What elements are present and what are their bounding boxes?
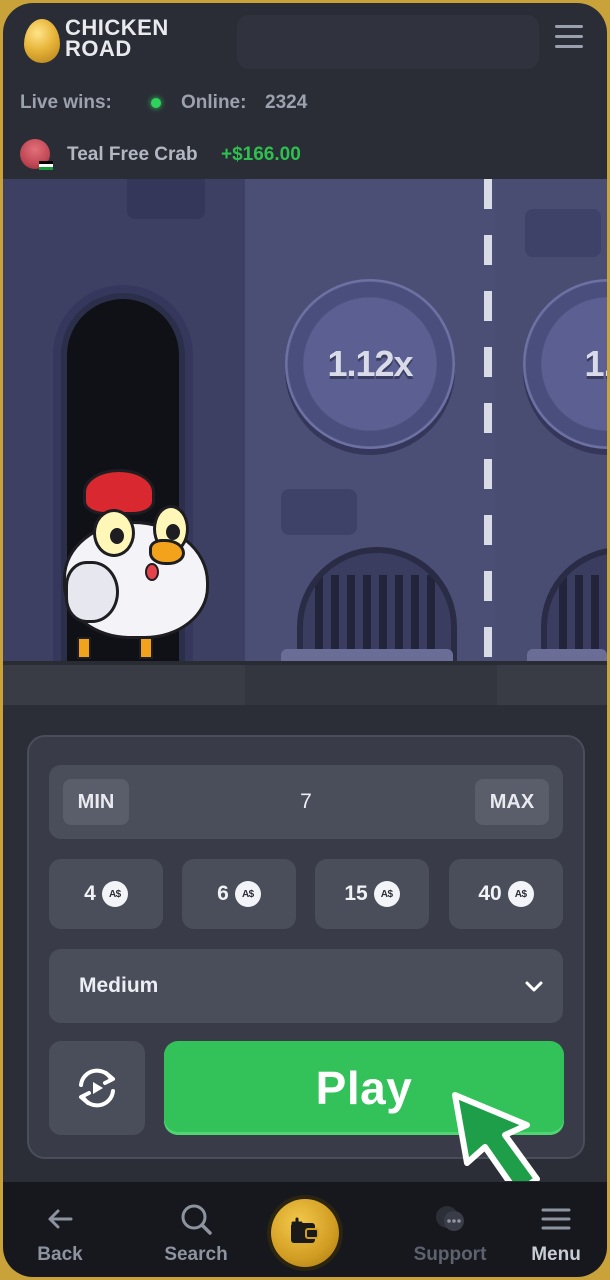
game-scene[interactable]: 1.12x 1.2 bbox=[3, 179, 607, 705]
nav-support[interactable]: Support bbox=[395, 1182, 505, 1277]
live-wins-bar: Live wins: Online: 2324 Teal Free Crab +… bbox=[3, 83, 607, 179]
hamburger-icon bbox=[541, 1208, 571, 1230]
grate-base bbox=[281, 649, 453, 661]
quick-bet-amount: 15 bbox=[344, 882, 368, 905]
currency-badge: A$ bbox=[101, 881, 128, 907]
difficulty-value: Medium bbox=[79, 974, 159, 997]
quick-bet-amount: 4 bbox=[84, 882, 96, 905]
wallet-button[interactable] bbox=[271, 1199, 339, 1267]
nav-menu[interactable]: Menu bbox=[501, 1182, 607, 1277]
multiplier-coin[interactable]: 1.12x bbox=[285, 279, 455, 449]
quick-bet-button[interactable]: 40 A$ bbox=[449, 859, 563, 929]
hamburger-icon[interactable] bbox=[555, 25, 583, 49]
quick-bet-button[interactable]: 4 A$ bbox=[49, 859, 163, 929]
lane-divider bbox=[484, 179, 492, 661]
chicken-leg bbox=[139, 637, 153, 659]
grate-base bbox=[527, 649, 607, 661]
chicken-wing bbox=[65, 561, 119, 623]
quick-bet-amount: 6 bbox=[217, 882, 229, 905]
multiplier-label: 1.2 bbox=[584, 343, 607, 384]
chat-icon bbox=[436, 1206, 464, 1231]
online-count: 2324 bbox=[265, 92, 308, 113]
nav-back[interactable]: Back bbox=[5, 1182, 115, 1277]
nav-menu-label: Menu bbox=[531, 1244, 581, 1265]
nav-search-label: Search bbox=[164, 1244, 228, 1265]
chicken-beak bbox=[149, 539, 185, 565]
logo[interactable]: CHICKEN ROAD bbox=[65, 15, 185, 61]
chicken-wattle bbox=[145, 563, 159, 581]
autoplay-cycle-icon bbox=[79, 1068, 115, 1108]
nav-search[interactable]: Search bbox=[141, 1182, 251, 1277]
logo-egg-icon bbox=[24, 19, 60, 63]
difficulty-select[interactable]: Medium bbox=[49, 949, 563, 1023]
nav-support-label: Support bbox=[413, 1244, 487, 1265]
min-bet-button[interactable]: MIN bbox=[63, 779, 129, 825]
chicken-leg bbox=[77, 637, 91, 659]
chevron-down-icon bbox=[525, 981, 543, 992]
max-bet-button[interactable]: MAX bbox=[475, 779, 549, 825]
win-username: Teal Free Crab bbox=[67, 144, 198, 165]
bet-amount-input[interactable]: 7 bbox=[169, 765, 443, 839]
win-amount: +$166.00 bbox=[221, 144, 301, 165]
chicken-character bbox=[61, 469, 217, 665]
multiplier-label: 1.12x bbox=[327, 343, 413, 384]
quick-bet-amount: 40 bbox=[478, 882, 502, 905]
quick-bet-button[interactable]: 6 A$ bbox=[182, 859, 296, 929]
flag-icon bbox=[39, 161, 53, 170]
logo-line2: ROAD bbox=[65, 36, 132, 61]
nav-back-label: Back bbox=[37, 1244, 83, 1265]
logo-line1: CHICKEN bbox=[65, 15, 169, 40]
quick-bet-button[interactable]: 15 A$ bbox=[315, 859, 429, 929]
wall-panel bbox=[281, 489, 357, 535]
floor-segment bbox=[249, 665, 493, 705]
currency-badge: A$ bbox=[507, 881, 534, 907]
autoplay-button[interactable] bbox=[49, 1041, 145, 1135]
online-status-icon bbox=[151, 98, 161, 108]
header: CHICKEN ROAD bbox=[3, 3, 607, 83]
arrow-left-icon bbox=[48, 1209, 73, 1229]
online-label: Online: bbox=[181, 92, 247, 113]
live-wins-label: Live wins: bbox=[20, 92, 112, 113]
wall-panel bbox=[525, 209, 601, 257]
chicken-comb bbox=[83, 469, 155, 515]
wall-panel bbox=[127, 179, 205, 219]
floor-segment bbox=[497, 665, 607, 705]
multiplier-coin[interactable]: 1.2 bbox=[523, 279, 607, 449]
currency-badge: A$ bbox=[373, 881, 400, 907]
floor-segment bbox=[3, 665, 245, 705]
header-balance-area[interactable] bbox=[237, 15, 539, 69]
currency-badge: A$ bbox=[234, 881, 261, 907]
search-icon bbox=[181, 1204, 212, 1235]
bet-amount-row: MIN 7 MAX bbox=[49, 765, 563, 839]
app-frame: CHICKEN ROAD Live wins: Online: 2324 Tea… bbox=[3, 3, 607, 1277]
wallet-icon bbox=[291, 1217, 319, 1243]
chicken-eye bbox=[93, 509, 135, 557]
